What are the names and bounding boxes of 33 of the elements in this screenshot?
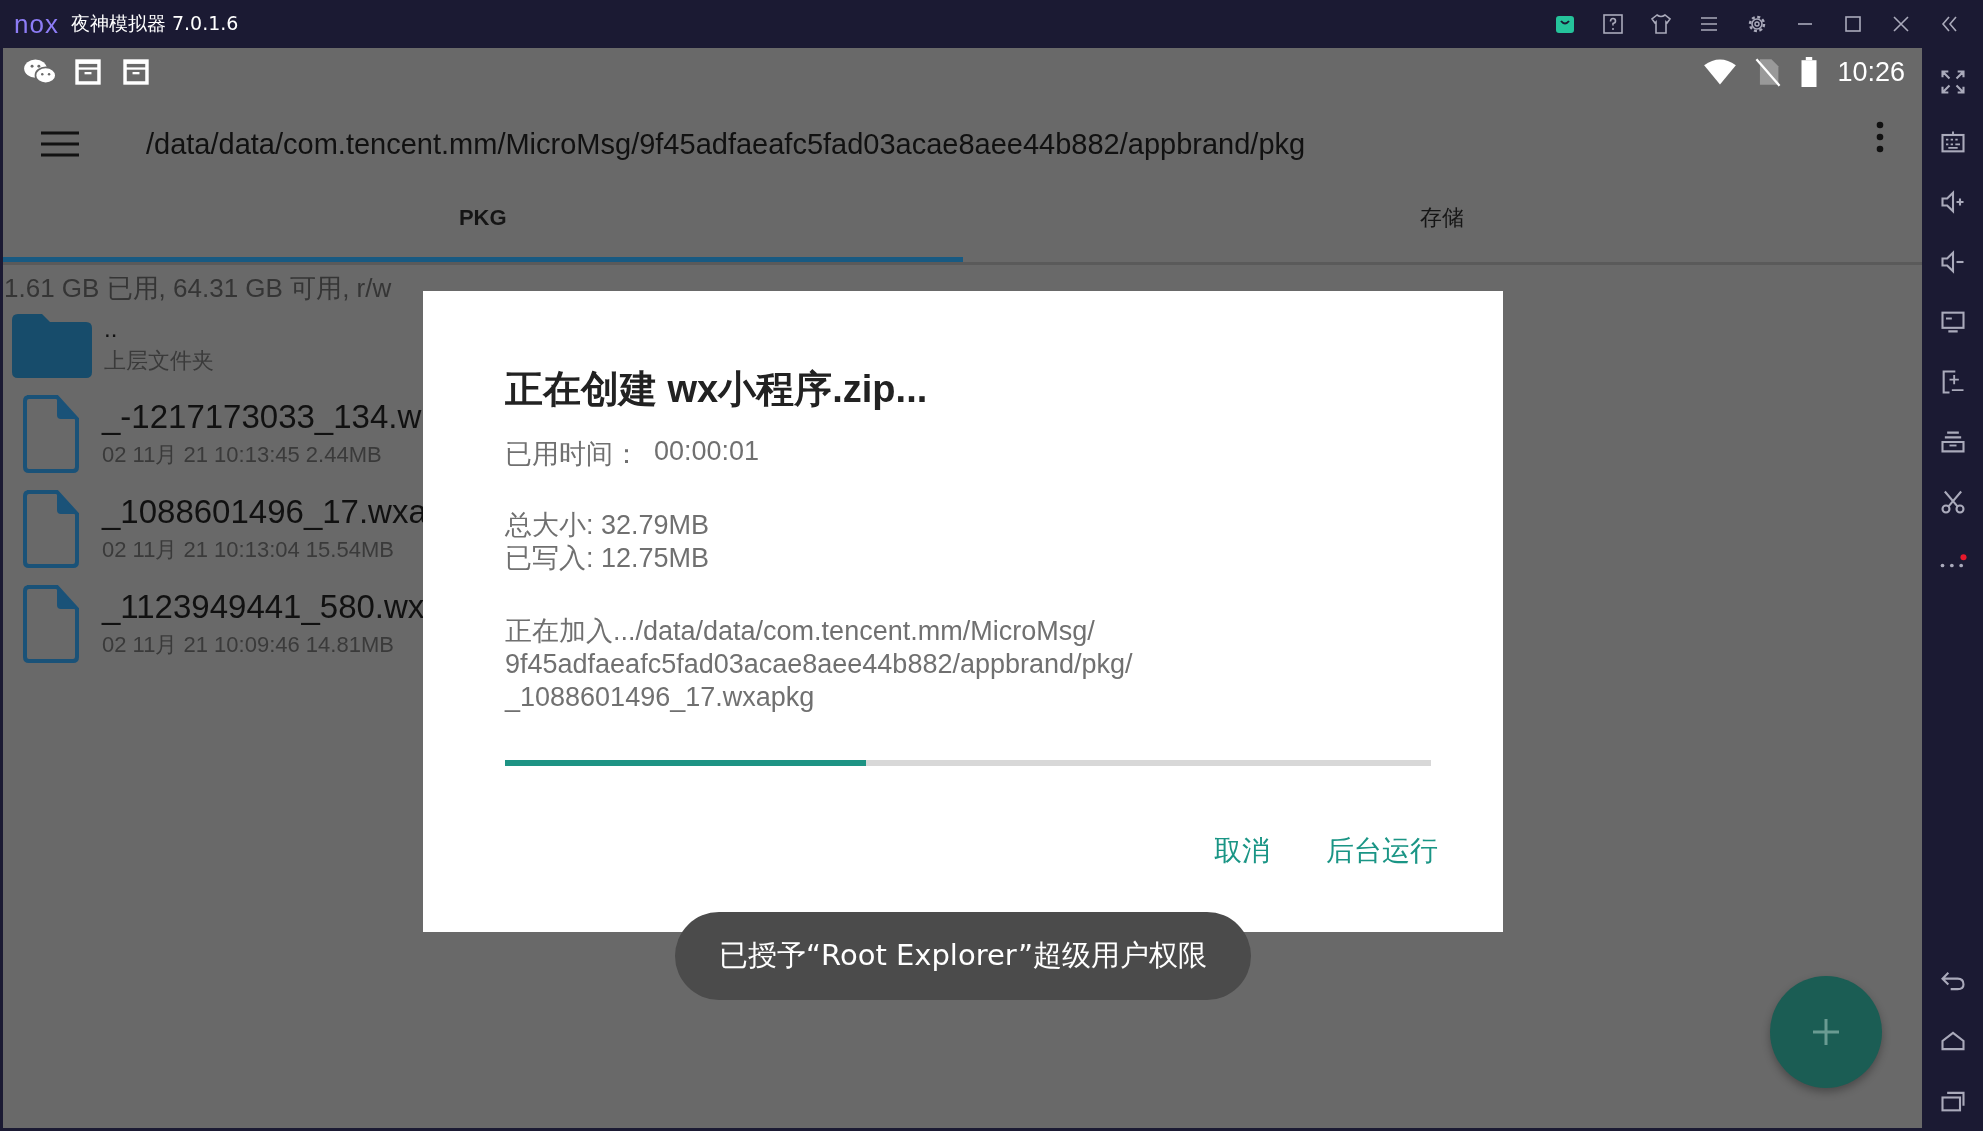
fullscreen-icon[interactable] (1938, 68, 1967, 96)
elapsed-time: 00:00:01 (654, 436, 760, 468)
plus-icon (1811, 1017, 1841, 1047)
tab[interactable]: 存储 (962, 178, 1922, 262)
dialog-button[interactable]: 后台运行 (1318, 826, 1446, 876)
file-icon (23, 489, 79, 568)
window-title: 夜神模拟器 7.0.1.6 (70, 11, 239, 36)
file-name: _1123949441_580.wx (102, 587, 425, 626)
toast-message: 已授予“Root Explorer”超级用户权限 (675, 912, 1251, 1000)
clock: 10:26 (1837, 56, 1905, 88)
dialog-button[interactable]: 取消 (1206, 826, 1278, 876)
wifi-icon (1703, 57, 1738, 87)
help-icon[interactable] (1601, 12, 1625, 36)
file-name: _-1217173033_134.w (102, 397, 422, 436)
volume-down-icon[interactable] (1938, 248, 1967, 276)
file-name: _1088601496_17.wxa (102, 492, 427, 531)
tab[interactable]: PKG (3, 178, 963, 262)
battery-icon (1799, 57, 1820, 87)
volume-up-icon[interactable] (1938, 188, 1967, 216)
elapsed-label: 已用时间： (505, 438, 640, 471)
written-size: 已写入: 12.75MB (505, 542, 711, 575)
file-name: .. (104, 316, 119, 342)
folder-icon (12, 314, 92, 378)
dialog-title: 正在创建 wx小程序.zip... (505, 367, 929, 412)
file-icon (23, 394, 79, 473)
more-options-icon[interactable] (1876, 121, 1884, 153)
total-size: 总大小: 32.79MB (505, 509, 711, 542)
folder-path: /data/data/com.tencent.mm/MicroMsg/9f45adfaeafc5fad03acae8aee44b882/appbrand/pkg (146, 126, 1307, 161)
file-icon (23, 584, 79, 663)
menu-icon[interactable] (40, 131, 80, 157)
app-logo: nox (14, 8, 59, 40)
shirt-icon[interactable] (1649, 12, 1673, 36)
current-file: 正在加入.../data/data/com.tencent.mm/MicroMsg/ 9f45adfaeafc5fad03acae8aee44b882/appbrand/pkg/ _1088601496_17.wxapkg (505, 615, 1134, 714)
